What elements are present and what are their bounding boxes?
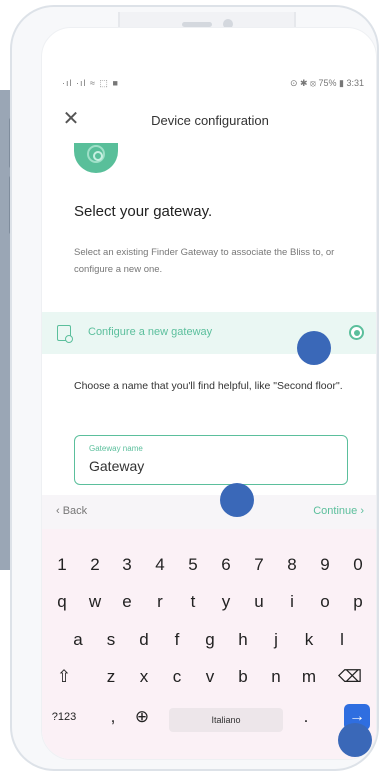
key-k[interactable]: k <box>295 623 323 657</box>
status-bar: ·ıl ·ıl ≈ ⬚ ■ ⊙ ✱ ⦻ 75% ▮ 3:31 <box>42 76 376 92</box>
key-3[interactable]: 3 <box>113 548 141 582</box>
app-bar: ✕ Device configuration <box>42 104 376 138</box>
comma-key[interactable]: , <box>99 700 127 734</box>
key-m[interactable]: m <box>295 660 323 694</box>
key-p[interactable]: p <box>344 585 372 619</box>
touch-indicator <box>220 483 254 517</box>
key-y[interactable]: y <box>212 585 240 619</box>
keyboard: 1 2 3 4 5 6 7 8 9 0 q w e r t y u i o p … <box>42 529 376 759</box>
wireless-icon <box>87 145 105 163</box>
radio-selected[interactable] <box>349 325 364 340</box>
key-d[interactable]: d <box>130 623 158 657</box>
section-heading: Select your gateway. <box>74 203 213 220</box>
page-title: Device configuration <box>151 113 269 128</box>
key-2[interactable]: 2 <box>81 548 109 582</box>
gateway-name-field[interactable]: Gateway name <box>74 435 348 485</box>
option-label: Configure a new gateway <box>88 326 213 338</box>
key-o[interactable]: o <box>311 585 339 619</box>
key-e[interactable]: e <box>113 585 141 619</box>
key-5[interactable]: 5 <box>179 548 207 582</box>
back-button[interactable]: ‹ Back <box>56 505 87 517</box>
phone-frame: ·ıl ·ıl ≈ ⬚ ■ ⊙ ✱ ⦻ 75% ▮ 3:31 ✕ Device … <box>10 5 379 771</box>
key-r[interactable]: r <box>146 585 174 619</box>
signal-icons: ·ıl ·ıl ≈ ⬚ ■ <box>62 78 119 88</box>
touch-indicator <box>338 723 372 757</box>
key-h[interactable]: h <box>229 623 257 657</box>
key-n[interactable]: n <box>262 660 290 694</box>
key-z[interactable]: z <box>97 660 125 694</box>
new-gateway-icon <box>57 325 73 343</box>
key-u[interactable]: u <box>245 585 273 619</box>
key-t[interactable]: t <box>179 585 207 619</box>
gateway-icon <box>74 143 118 173</box>
key-8[interactable]: 8 <box>278 548 306 582</box>
gateway-name-label: Gateway name <box>89 444 143 453</box>
space-key[interactable]: Italiano <box>169 708 283 732</box>
globe-key-icon[interactable]: ⊕ <box>128 700 156 734</box>
key-w[interactable]: w <box>81 585 109 619</box>
period-key[interactable]: . <box>292 700 320 734</box>
status-right: ⊙ ✱ ⦻ 75% ▮ 3:31 <box>289 78 364 88</box>
keyboard-row-numbers: 1 2 3 4 5 6 7 8 9 0 <box>42 548 376 582</box>
shift-key-icon[interactable]: ⇧ <box>50 660 78 694</box>
key-0[interactable]: 0 <box>344 548 372 582</box>
key-c[interactable]: c <box>163 660 191 694</box>
key-9[interactable]: 9 <box>311 548 339 582</box>
key-7[interactable]: 7 <box>245 548 273 582</box>
key-l[interactable]: l <box>328 623 356 657</box>
key-x[interactable]: x <box>130 660 158 694</box>
key-i[interactable]: i <box>278 585 306 619</box>
key-f[interactable]: f <box>163 623 191 657</box>
page: ·ıl ·ıl ≈ ⬚ ■ ⊙ ✱ ⦻ 75% ▮ 3:31 ✕ Device … <box>0 0 383 774</box>
keyboard-row-bottom: ?123 , ⊕ Italiano . → <box>42 700 376 734</box>
gateway-name-input[interactable] <box>89 458 329 474</box>
key-6[interactable]: 6 <box>212 548 240 582</box>
keyboard-row-qwerty: q w e r t y u i o p <box>42 585 376 619</box>
screen: ·ıl ·ıl ≈ ⬚ ■ ⊙ ✱ ⦻ 75% ▮ 3:31 ✕ Device … <box>41 27 377 760</box>
key-s[interactable]: s <box>97 623 125 657</box>
key-j[interactable]: j <box>262 623 290 657</box>
continue-button[interactable]: Continue › <box>313 505 364 517</box>
section-description: Select an existing Finder Gateway to ass… <box>74 247 335 275</box>
key-b[interactable]: b <box>229 660 257 694</box>
key-a[interactable]: a <box>64 623 92 657</box>
key-g[interactable]: g <box>196 623 224 657</box>
keyboard-row-asdf: a s d f g h j k l <box>42 623 376 657</box>
backspace-key-icon[interactable]: ⌫ <box>336 660 364 694</box>
symbols-key[interactable]: ?123 <box>48 700 80 734</box>
key-v[interactable]: v <box>196 660 224 694</box>
name-hint: Choose a name that you'll find helpful, … <box>74 380 343 392</box>
key-1[interactable]: 1 <box>48 548 76 582</box>
key-4[interactable]: 4 <box>146 548 174 582</box>
key-q[interactable]: q <box>48 585 76 619</box>
touch-indicator <box>297 331 331 365</box>
keyboard-row-zxcv: ⇧ z x c v b n m ⌫ <box>42 660 376 694</box>
keyboard-accessory-bar: ‹ Back Continue › <box>42 495 376 529</box>
